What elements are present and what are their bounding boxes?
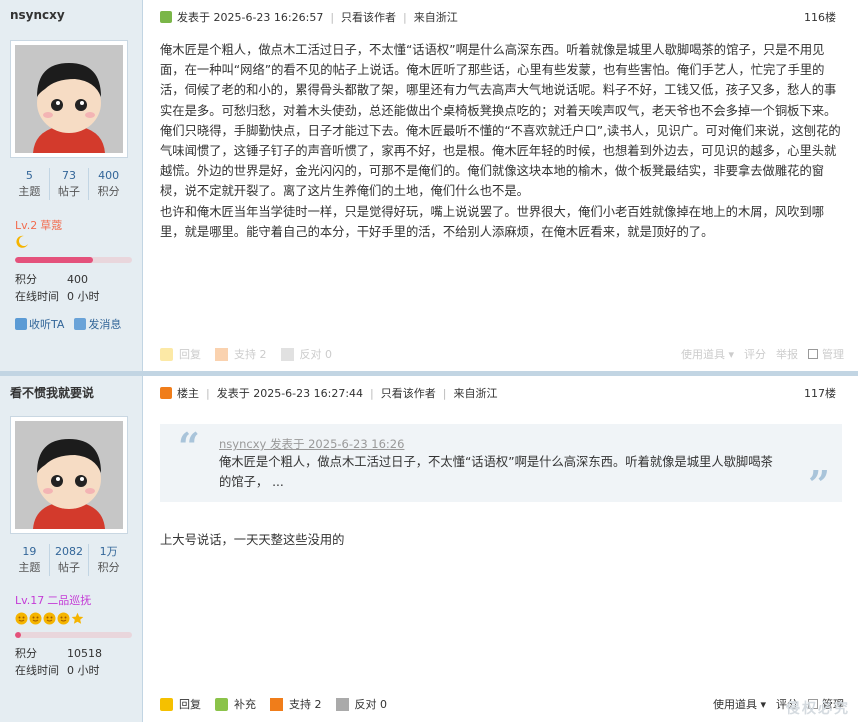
- stat-topics[interactable]: 5 主题: [10, 168, 50, 200]
- post-main: 楼主 | 发表于 2025-6-23 16:27:44 | 只看该作者 | 来自…: [144, 376, 858, 722]
- author-sidebar: nsyncxy 5 主题 73 帖子 400 积分 Lv.2 草蔻 积分 400…: [0, 0, 143, 372]
- floor-number[interactable]: 117楼: [804, 385, 836, 401]
- quote-source-link[interactable]: nsyncxy 发表于 2025-6-23 16:26: [219, 436, 404, 452]
- thumb-up-icon: [215, 347, 228, 361]
- quote-text: 俺木匠是个粗人，做点木工活过日子，不太懂“话语权”啊是什么高深东西。听着就像是城…: [219, 455, 773, 489]
- user-actions: 收听TA 发消息: [15, 316, 121, 332]
- message-button[interactable]: 发消息: [74, 316, 121, 332]
- use-tools-menu[interactable]: 使用道具 ▾: [681, 346, 734, 362]
- reply-button[interactable]: 回复: [160, 696, 201, 712]
- credits-row: 积分 10518: [15, 647, 102, 660]
- reply-button[interactable]: 回复: [160, 346, 201, 362]
- only-author-link[interactable]: 只看该作者: [381, 385, 436, 401]
- close-quote-icon: ”: [808, 462, 830, 507]
- post-time: 发表于 2025-6-23 16:27:44: [216, 387, 364, 400]
- role-badge: 楼主: [177, 387, 199, 400]
- online-status-icon: [160, 11, 172, 23]
- support-button[interactable]: 支持 2: [215, 346, 267, 362]
- post-content: 俺木匠是个粗人，做点木工活过日子，不太懂“话语权”啊是什么高深东西。听着就像是城…: [160, 40, 844, 242]
- post-time: 发表于 2025-6-23 16:26:57: [177, 11, 324, 24]
- sun-face-icon: [43, 612, 56, 625]
- stat-credits[interactable]: 1万 积分: [89, 544, 128, 576]
- post-117: 看不惯我就要说 19 主题 2082 帖子 1万 积分 Lv.17 二品巡抚 积…: [0, 376, 858, 722]
- edit-icon: [215, 697, 228, 711]
- user-stats: 5 主题 73 帖子 400 积分: [10, 168, 128, 200]
- user-stats: 19 主题 2082 帖子 1万 积分: [10, 544, 128, 576]
- content-paragraph: 也许和俺木匠当年当学徒时一样，只是觉得好玩，嘴上说说罢了。世界很大，俺们小老百姓…: [160, 204, 825, 239]
- only-author-link[interactable]: 只看该作者: [341, 9, 396, 25]
- thumb-down-icon: [280, 347, 294, 361]
- online-time-row: 在线时间 0 小时: [15, 290, 100, 303]
- online-time-row: 在线时间 0 小时: [15, 664, 100, 677]
- level-progress-fill: [15, 257, 94, 263]
- user-level: Lv.17 二品巡抚: [15, 594, 92, 607]
- post-footer: 回复 支持 2 反对 0 使用道具 ▾ 评分 举报 管理: [160, 346, 844, 362]
- stat-credits[interactable]: 400 积分: [89, 168, 128, 200]
- user-level: Lv.2 草蔻: [15, 219, 63, 232]
- open-quote-icon: “: [178, 424, 200, 469]
- post-116: nsyncxy 5 主题 73 帖子 400 积分 Lv.2 草蔻 积分 400…: [0, 0, 858, 372]
- thread-starter-icon: [160, 387, 172, 399]
- sun-face-icon: [29, 612, 42, 625]
- oppose-button[interactable]: 反对 0: [280, 346, 332, 362]
- post-location: 来自浙江: [413, 11, 458, 24]
- post-footer: 回复 补充 支持 2 反对 0 使用道具 ▾ 评分 管理: [160, 696, 844, 712]
- star-icon: [71, 612, 84, 624]
- author-name[interactable]: 看不惯我就要说: [10, 384, 94, 401]
- thumb-up-icon: [270, 697, 283, 711]
- reply-icon: [160, 347, 173, 361]
- follow-icon: [15, 318, 27, 330]
- level-progress-fill: [15, 632, 21, 638]
- reply-icon: [160, 697, 173, 711]
- oppose-button[interactable]: 反对 0: [335, 696, 387, 712]
- post-header: 楼主 | 发表于 2025-6-23 16:27:44 | 只看该作者 | 来自…: [160, 385, 836, 401]
- post-main: 发表于 2025-6-23 16:26:57 | 只看该作者 | 来自浙江 11…: [144, 0, 858, 372]
- level-progress-bar: [15, 257, 132, 263]
- level-icons: [15, 612, 84, 625]
- author-sidebar: 看不惯我就要说 19 主题 2082 帖子 1万 积分 Lv.17 二品巡抚 积…: [0, 376, 143, 722]
- reply-content: 上大号说话，一天天整这些没用的: [160, 533, 345, 547]
- rate-button[interactable]: 评分: [744, 346, 766, 362]
- watermark: 侵权必究: [786, 701, 850, 717]
- floor-number[interactable]: 116楼: [804, 9, 836, 25]
- thumb-down-icon: [335, 697, 349, 711]
- message-icon: [74, 318, 87, 330]
- avatar-cartoon-icon: [15, 421, 123, 529]
- quote-block: “ nsyncxy 发表于 2025-6-23 16:26 俺木匠是个粗人，做点…: [160, 424, 842, 507]
- avatar[interactable]: [10, 40, 128, 158]
- post-header: 发表于 2025-6-23 16:26:57 | 只看该作者 | 来自浙江 11…: [160, 9, 836, 25]
- credits-row: 积分 400: [15, 273, 88, 286]
- manage-checkbox[interactable]: 管理: [808, 346, 844, 362]
- report-button[interactable]: 举报: [776, 346, 798, 362]
- post-location: 来自浙江: [453, 387, 498, 400]
- content-paragraph: 俺木匠是个粗人，做点木工活过日子，不太懂“话语权”啊是什么高深东西。听着就像是城…: [160, 43, 841, 199]
- sun-face-icon: [15, 612, 28, 625]
- moon-icon: [15, 235, 29, 252]
- support-button[interactable]: 支持 2: [270, 696, 322, 712]
- avatar[interactable]: [10, 416, 128, 534]
- follow-button[interactable]: 收听TA: [15, 316, 64, 332]
- supplement-button[interactable]: 补充: [215, 696, 256, 712]
- use-tools-menu[interactable]: 使用道具 ▾: [713, 696, 766, 712]
- level-progress-bar: [15, 632, 132, 638]
- stat-posts[interactable]: 2082 帖子: [50, 544, 90, 576]
- stat-posts[interactable]: 73 帖子: [50, 168, 90, 200]
- stat-topics[interactable]: 19 主题: [10, 544, 50, 576]
- author-name[interactable]: nsyncxy: [10, 8, 65, 22]
- sun-face-icon: [57, 612, 70, 625]
- avatar-cartoon-icon: [15, 45, 123, 153]
